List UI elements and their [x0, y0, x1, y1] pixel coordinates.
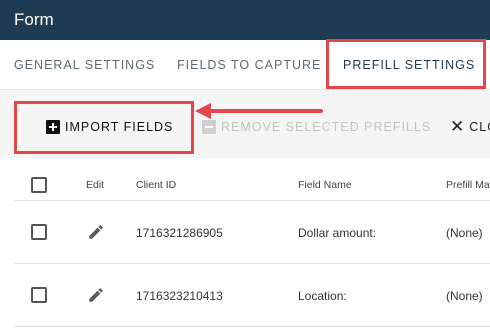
import-fields-label: IMPORT FIELDS	[65, 120, 174, 134]
toolbar: IMPORT FIELDS REMOVE SELECTED PREFILLS ✕…	[0, 90, 490, 158]
close-button[interactable]: ✕ CLO	[450, 117, 490, 136]
tab-fields-to-capture[interactable]: FIELDS TO CAPTURE	[177, 58, 321, 72]
client-id-cell: 1716321286905	[136, 226, 223, 240]
tab-bar: GENERAL SETTINGS FIELDS TO CAPTURE PREFI…	[0, 40, 490, 90]
column-header-field-name: Field Name	[298, 179, 352, 191]
close-icon: ✕	[450, 117, 466, 136]
prefill-cell: (None)	[446, 289, 483, 303]
column-header-client-id: Client ID	[136, 179, 177, 191]
plus-box-icon	[46, 120, 60, 134]
tab-prefill-settings[interactable]: PREFILL SETTINGS	[343, 58, 475, 72]
minus-box-icon	[202, 120, 216, 134]
pencil-icon[interactable]	[87, 223, 105, 241]
field-name-cell: Location:	[298, 289, 347, 303]
table-header-row: Edit Client ID Field Name Prefill Ma	[14, 168, 490, 201]
pencil-icon[interactable]	[87, 286, 105, 304]
prefill-cell: (None)	[446, 226, 483, 240]
client-id-cell: 1716323210413	[136, 289, 223, 303]
app-title: Form	[14, 10, 54, 29]
row-checkbox[interactable]	[31, 287, 47, 303]
field-name-cell: Dollar amount:	[298, 226, 377, 240]
select-all-checkbox[interactable]	[31, 177, 47, 193]
table-row: 1716323210413 Location: (None)	[14, 264, 490, 327]
column-header-prefill: Prefill Ma	[446, 179, 490, 191]
app-header: Form	[0, 0, 490, 40]
remove-selected-prefills-button[interactable]: REMOVE SELECTED PREFILLS	[202, 120, 431, 134]
close-label: CLO	[469, 120, 490, 134]
table-row: 1716321286905 Dollar amount: (None)	[14, 201, 490, 264]
tab-general-settings[interactable]: GENERAL SETTINGS	[14, 58, 155, 72]
remove-selected-prefills-label: REMOVE SELECTED PREFILLS	[221, 120, 432, 134]
import-fields-button[interactable]: IMPORT FIELDS	[46, 120, 173, 134]
row-checkbox[interactable]	[31, 224, 47, 240]
column-header-edit: Edit	[86, 179, 105, 191]
prefill-table: Edit Client ID Field Name Prefill Ma 171…	[14, 168, 490, 336]
